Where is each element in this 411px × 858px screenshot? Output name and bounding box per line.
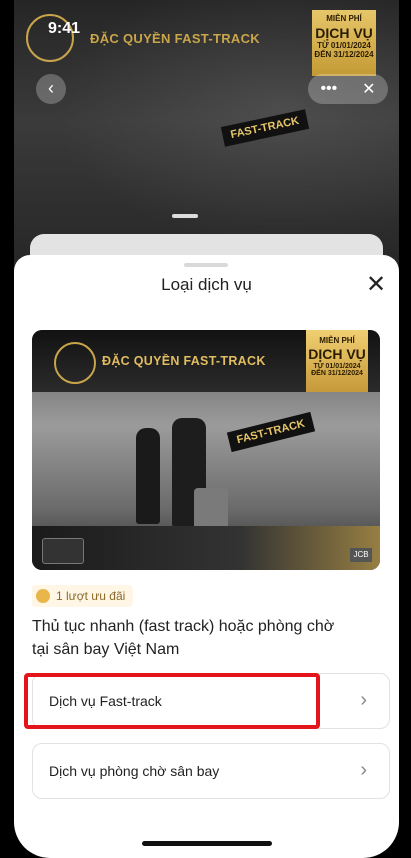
option-fast-track[interactable]: Dịch vụ Fast-track ›	[32, 673, 390, 729]
option-label: Dịch vụ phòng chờ sân bay	[49, 763, 220, 779]
close-icon[interactable]: ✕	[362, 79, 375, 99]
background-handle	[172, 214, 198, 218]
badge-main-text: DỊCH VỤ	[308, 346, 366, 362]
credit-card-image	[42, 538, 84, 564]
stopwatch-icon	[54, 342, 96, 384]
chevron-left-icon: ‹	[48, 78, 54, 98]
background-promo-image: 9:41 ĐẶC QUYỀN FAST-TRACK MIỄN PHÍ DỊCH …	[14, 0, 399, 270]
background-title: ĐẶC QUYỀN FAST-TRACK	[90, 31, 260, 46]
phone-screen: 9:41 ĐẶC QUYỀN FAST-TRACK MIỄN PHÍ DỊCH …	[14, 0, 399, 858]
banner-title: ĐẶC QUYỀN FAST-TRACK	[102, 354, 266, 368]
coin-icon	[36, 589, 50, 603]
fast-track-sign: FAST-TRACK	[226, 411, 315, 453]
offer-badge: 1 lượt ưu đãi	[32, 585, 134, 607]
badge-to-text: ĐẾN 31/12/2024	[314, 50, 374, 59]
badge-from-text: TỪ 01/01/2024	[313, 363, 361, 370]
badge-from-text: TỪ 01/01/2024	[317, 41, 371, 50]
back-button[interactable]: ‹	[36, 74, 66, 104]
chevron-right-icon: ›	[360, 759, 367, 781]
chevron-right-icon: ›	[360, 689, 367, 711]
top-right-actions[interactable]: ••• ✕	[308, 74, 388, 104]
badge-main-text: DỊCH VỤ	[315, 25, 373, 41]
badge-top-text: MIỄN PHÍ	[319, 336, 355, 345]
jcb-logo: JCB	[350, 548, 372, 562]
offer-label: 1 lượt ưu đãi	[56, 589, 126, 603]
background-badge: MIỄN PHÍ DỊCH VỤ TỪ 01/01/2024 ĐẾN 31/12…	[312, 10, 376, 76]
service-type-sheet: Loại dịch vụ ✕ ĐẶC QUYỀN FAST-TRACK MIỄN…	[14, 255, 399, 858]
banner-floor	[32, 526, 380, 570]
banner-badge: MIỄN PHÍ DỊCH VỤ TỪ 01/01/2024 ĐẾN 31/12…	[306, 330, 368, 392]
traveler-woman	[136, 428, 160, 524]
status-time: 9:41	[48, 20, 81, 37]
promo-banner: ĐẶC QUYỀN FAST-TRACK MIỄN PHÍ DỊCH VỤ TỪ…	[32, 330, 380, 570]
option-airport-lounge[interactable]: Dịch vụ phòng chờ sân bay ›	[32, 743, 390, 799]
badge-to-text: ĐẾN 31/12/2024	[311, 370, 363, 377]
sheet-title: Loại dịch vụ	[161, 275, 252, 294]
sheet-grabber[interactable]	[184, 263, 228, 267]
home-indicator	[142, 841, 272, 846]
service-description: Thủ tục nhanh (fast track) hoặc phòng ch…	[32, 615, 382, 661]
description-line-1: Thủ tục nhanh (fast track) hoặc phòng ch…	[32, 618, 335, 635]
badge-top-text: MIỄN PHÍ	[326, 14, 362, 23]
description-line-2: tại sân bay Việt Nam	[32, 641, 180, 658]
close-icon[interactable]: ✕	[364, 273, 388, 297]
option-label: Dịch vụ Fast-track	[49, 693, 162, 709]
more-icon[interactable]: •••	[320, 80, 337, 98]
